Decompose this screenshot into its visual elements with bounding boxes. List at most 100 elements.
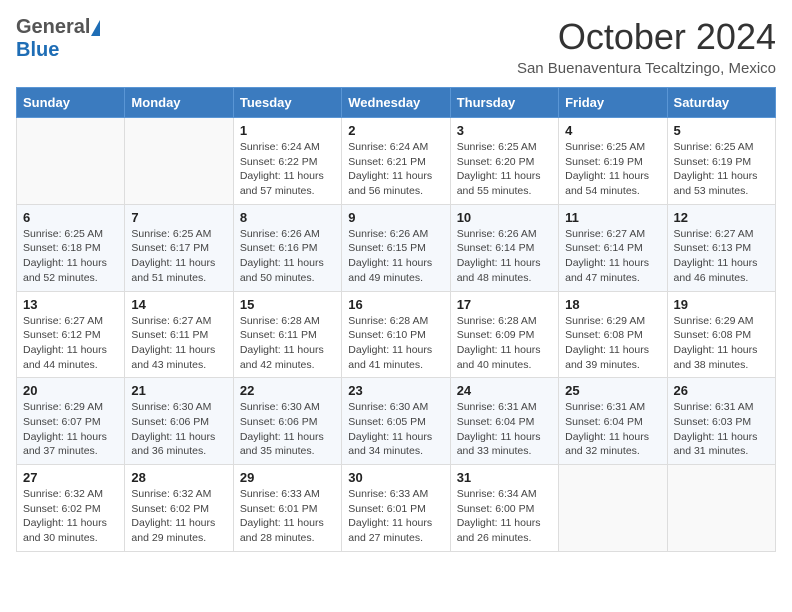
cell-content: Sunrise: 6:29 AM Sunset: 6:07 PM Dayligh… — [23, 400, 118, 459]
calendar-cell: 7 Sunrise: 6:25 AM Sunset: 6:17 PM Daylig… — [125, 204, 233, 291]
title-area: October 2024 San Buenaventura Tecaltzing… — [517, 16, 776, 77]
calendar-week-1: 1Sunrise: 6:24 AM Sunset: 6:22 PM Daylig… — [17, 118, 776, 205]
calendar-cell: 10 Sunrise: 6:26 AM Sunset: 6:14 PM Dayli… — [450, 204, 558, 291]
calendar-cell: 18 Sunrise: 6:29 AM Sunset: 6:08 PM Dayli… — [559, 291, 667, 378]
logo: General Blue — [16, 16, 100, 62]
cell-content: Sunrise: 6:25 AM Sunset: 6:20 PM Dayligh… — [457, 140, 552, 199]
day-number: 14 — [131, 297, 226, 312]
day-number: 5 — [674, 123, 769, 138]
day-number: 16 — [348, 297, 443, 312]
day-header-tuesday: Tuesday — [233, 88, 341, 118]
logo-blue: Blue — [16, 39, 59, 62]
cell-content: Sunrise: 6:28 AM Sunset: 6:11 PM Dayligh… — [240, 314, 335, 373]
day-number: 25 — [565, 383, 660, 398]
calendar-cell: 30 Sunrise: 6:33 AM Sunset: 6:01 PM Dayli… — [342, 465, 450, 552]
cell-content: Sunrise: 6:33 AM Sunset: 6:01 PM Dayligh… — [348, 487, 443, 546]
page-header: General Blue October 2024 San Buenaventu… — [16, 16, 776, 77]
day-number: 28 — [131, 470, 226, 485]
calendar-cell: 15 Sunrise: 6:28 AM Sunset: 6:11 PM Dayli… — [233, 291, 341, 378]
calendar-cell — [667, 465, 775, 552]
day-number: 26 — [674, 383, 769, 398]
cell-content: Sunrise: 6:28 AM Sunset: 6:10 PM Dayligh… — [348, 314, 443, 373]
day-header-friday: Friday — [559, 88, 667, 118]
cell-content: Sunrise: 6:26 AM Sunset: 6:15 PM Dayligh… — [348, 227, 443, 286]
day-number: 6 — [23, 210, 118, 225]
cell-content: Sunrise: 6:32 AM Sunset: 6:02 PM Dayligh… — [23, 487, 118, 546]
calendar-week-3: 13 Sunrise: 6:27 AM Sunset: 6:12 PM Dayli… — [17, 291, 776, 378]
calendar-cell: 4Sunrise: 6:25 AM Sunset: 6:19 PM Daylig… — [559, 118, 667, 205]
cell-content: Sunrise: 6:30 AM Sunset: 6:06 PM Dayligh… — [240, 400, 335, 459]
calendar-header-row: SundayMondayTuesdayWednesdayThursdayFrid… — [17, 88, 776, 118]
day-number: 8 — [240, 210, 335, 225]
day-number: 13 — [23, 297, 118, 312]
day-number: 3 — [457, 123, 552, 138]
cell-content: Sunrise: 6:30 AM Sunset: 6:06 PM Dayligh… — [131, 400, 226, 459]
day-number: 15 — [240, 297, 335, 312]
calendar-cell: 1Sunrise: 6:24 AM Sunset: 6:22 PM Daylig… — [233, 118, 341, 205]
day-number: 20 — [23, 383, 118, 398]
cell-content: Sunrise: 6:27 AM Sunset: 6:14 PM Dayligh… — [565, 227, 660, 286]
cell-content: Sunrise: 6:27 AM Sunset: 6:12 PM Dayligh… — [23, 314, 118, 373]
day-number: 21 — [131, 383, 226, 398]
day-number: 9 — [348, 210, 443, 225]
calendar-cell: 31 Sunrise: 6:34 AM Sunset: 6:00 PM Dayli… — [450, 465, 558, 552]
calendar-week-4: 20 Sunrise: 6:29 AM Sunset: 6:07 PM Dayli… — [17, 378, 776, 465]
cell-content: Sunrise: 6:31 AM Sunset: 6:04 PM Dayligh… — [565, 400, 660, 459]
cell-content: Sunrise: 6:29 AM Sunset: 6:08 PM Dayligh… — [565, 314, 660, 373]
calendar-cell: 17Sunrise: 6:28 AM Sunset: 6:09 PM Dayli… — [450, 291, 558, 378]
calendar-cell — [17, 118, 125, 205]
day-number: 17 — [457, 297, 552, 312]
day-number: 24 — [457, 383, 552, 398]
cell-content: Sunrise: 6:32 AM Sunset: 6:02 PM Dayligh… — [131, 487, 226, 546]
day-number: 30 — [348, 470, 443, 485]
day-header-saturday: Saturday — [667, 88, 775, 118]
cell-content: Sunrise: 6:31 AM Sunset: 6:03 PM Dayligh… — [674, 400, 769, 459]
day-number: 22 — [240, 383, 335, 398]
calendar-cell: 19 Sunrise: 6:29 AM Sunset: 6:08 PM Dayli… — [667, 291, 775, 378]
calendar-cell: 6 Sunrise: 6:25 AM Sunset: 6:18 PM Daylig… — [17, 204, 125, 291]
day-number: 31 — [457, 470, 552, 485]
calendar-cell: 21 Sunrise: 6:30 AM Sunset: 6:06 PM Dayli… — [125, 378, 233, 465]
day-number: 4 — [565, 123, 660, 138]
calendar-cell: 26 Sunrise: 6:31 AM Sunset: 6:03 PM Dayli… — [667, 378, 775, 465]
day-number: 10 — [457, 210, 552, 225]
cell-content: Sunrise: 6:27 AM Sunset: 6:13 PM Dayligh… — [674, 227, 769, 286]
calendar-cell: 14 Sunrise: 6:27 AM Sunset: 6:11 PM Dayli… — [125, 291, 233, 378]
day-number: 11 — [565, 210, 660, 225]
logo-triangle-icon — [91, 20, 100, 36]
day-header-wednesday: Wednesday — [342, 88, 450, 118]
day-number: 19 — [674, 297, 769, 312]
cell-content: Sunrise: 6:26 AM Sunset: 6:16 PM Dayligh… — [240, 227, 335, 286]
calendar-cell: 16 Sunrise: 6:28 AM Sunset: 6:10 PM Dayli… — [342, 291, 450, 378]
calendar-cell: 22 Sunrise: 6:30 AM Sunset: 6:06 PM Dayli… — [233, 378, 341, 465]
cell-content: Sunrise: 6:24 AM Sunset: 6:21 PM Dayligh… — [348, 140, 443, 199]
day-number: 18 — [565, 297, 660, 312]
cell-content: Sunrise: 6:27 AM Sunset: 6:11 PM Dayligh… — [131, 314, 226, 373]
calendar-cell: 25 Sunrise: 6:31 AM Sunset: 6:04 PM Dayli… — [559, 378, 667, 465]
cell-content: Sunrise: 6:26 AM Sunset: 6:14 PM Dayligh… — [457, 227, 552, 286]
day-header-sunday: Sunday — [17, 88, 125, 118]
calendar-table: SundayMondayTuesdayWednesdayThursdayFrid… — [16, 87, 776, 552]
day-number: 29 — [240, 470, 335, 485]
calendar-cell — [559, 465, 667, 552]
calendar-cell: 11 Sunrise: 6:27 AM Sunset: 6:14 PM Dayli… — [559, 204, 667, 291]
calendar-cell — [125, 118, 233, 205]
calendar-cell: 8 Sunrise: 6:26 AM Sunset: 6:16 PM Daylig… — [233, 204, 341, 291]
day-header-thursday: Thursday — [450, 88, 558, 118]
month-title: October 2024 — [517, 16, 776, 58]
cell-content: Sunrise: 6:29 AM Sunset: 6:08 PM Dayligh… — [674, 314, 769, 373]
calendar-week-2: 6 Sunrise: 6:25 AM Sunset: 6:18 PM Daylig… — [17, 204, 776, 291]
calendar-cell: 5Sunrise: 6:25 AM Sunset: 6:19 PM Daylig… — [667, 118, 775, 205]
day-number: 7 — [131, 210, 226, 225]
calendar-week-5: 27 Sunrise: 6:32 AM Sunset: 6:02 PM Dayli… — [17, 465, 776, 552]
cell-content: Sunrise: 6:34 AM Sunset: 6:00 PM Dayligh… — [457, 487, 552, 546]
calendar-cell: 27 Sunrise: 6:32 AM Sunset: 6:02 PM Dayli… — [17, 465, 125, 552]
cell-content: Sunrise: 6:25 AM Sunset: 6:18 PM Dayligh… — [23, 227, 118, 286]
calendar-cell: 12Sunrise: 6:27 AM Sunset: 6:13 PM Dayli… — [667, 204, 775, 291]
day-number: 27 — [23, 470, 118, 485]
calendar-cell: 2Sunrise: 6:24 AM Sunset: 6:21 PM Daylig… — [342, 118, 450, 205]
cell-content: Sunrise: 6:25 AM Sunset: 6:17 PM Dayligh… — [131, 227, 226, 286]
cell-content: Sunrise: 6:30 AM Sunset: 6:05 PM Dayligh… — [348, 400, 443, 459]
cell-content: Sunrise: 6:24 AM Sunset: 6:22 PM Dayligh… — [240, 140, 335, 199]
calendar-cell: 28 Sunrise: 6:32 AM Sunset: 6:02 PM Dayli… — [125, 465, 233, 552]
